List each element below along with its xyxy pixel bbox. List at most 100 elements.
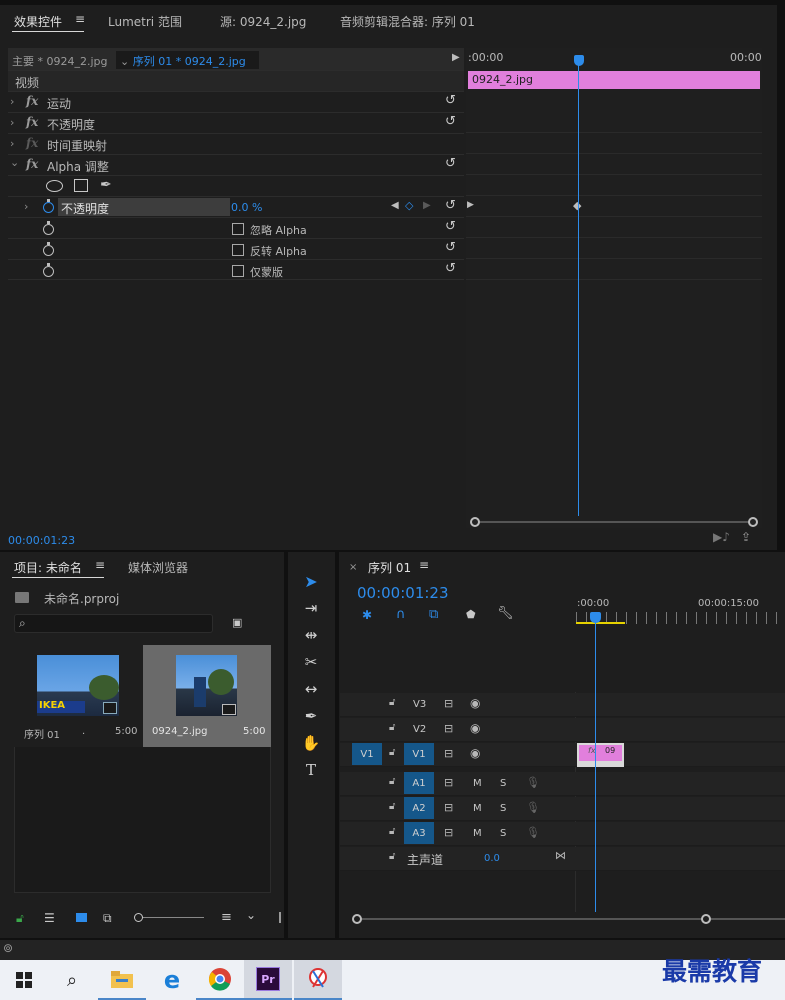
sync-lock-icon[interactable]: ⊟: [444, 801, 453, 814]
work-area-bar[interactable]: [576, 622, 625, 624]
lock-icon[interactable]: 🔓︎: [389, 747, 395, 758]
sync-lock-icon[interactable]: ⊟: [444, 747, 453, 760]
mic-icon[interactable]: 🎙︎: [526, 776, 540, 789]
add-keyframe-icon[interactable]: ◇: [405, 199, 413, 212]
tab-media-browser[interactable]: 媒体浏览器: [128, 559, 188, 576]
track-target-a2[interactable]: A2: [404, 797, 434, 819]
effects-timecode[interactable]: 00:00:01:23: [8, 534, 75, 547]
rectangle-mask-icon[interactable]: [74, 179, 88, 192]
lock-icon[interactable]: 🔓︎: [389, 697, 395, 708]
snap-icon[interactable]: ∩: [396, 607, 406, 622]
play-only-clip-icon[interactable]: ▶: [452, 52, 460, 63]
tab-lumetri-scopes[interactable]: Lumetri 范围: [108, 13, 182, 30]
track-row-a3[interactable]: 🔓︎ A3 ⊟ M S 🎙︎: [340, 822, 785, 846]
track-row-v2[interactable]: 🔓︎ V2 ⊟ ◉: [340, 718, 785, 742]
ignore-alpha-row[interactable]: 忽略 Alpha ↺: [8, 217, 464, 238]
eye-icon[interactable]: ◉: [470, 721, 480, 735]
panel-menu-icon[interactable]: ≡: [75, 12, 85, 26]
background-task-icon[interactable]: ⊚: [3, 941, 13, 955]
freeform-view-icon[interactable]: ⧉: [103, 911, 112, 926]
tab-effect-controls[interactable]: 效果控件: [14, 13, 62, 30]
slip-tool-icon[interactable]: ↔: [298, 677, 324, 701]
reset-icon[interactable]: ↺: [445, 157, 459, 171]
icon-view-icon[interactable]: [76, 913, 87, 922]
track-target-a1[interactable]: A1: [404, 772, 434, 794]
fx-icon[interactable]: fx: [26, 115, 38, 129]
invert-alpha-checkbox[interactable]: [232, 244, 244, 256]
file-explorer-icon[interactable]: [98, 960, 146, 1000]
list-view-icon[interactable]: ☰: [44, 911, 55, 925]
pen-mask-icon[interactable]: ✒: [100, 177, 112, 193]
lock-icon[interactable]: 🔓︎: [16, 911, 24, 926]
close-icon[interactable]: ×: [349, 562, 357, 573]
chevron-right-icon[interactable]: ›: [24, 200, 28, 213]
linked-selection-icon[interactable]: ⧉: [429, 607, 438, 622]
type-tool-icon[interactable]: T: [298, 758, 324, 782]
panel-menu-icon[interactable]: ≡: [419, 558, 429, 572]
hand-tool-icon[interactable]: ✋: [298, 731, 324, 755]
project-item-image[interactable]: 0924_2.jpg 5:00: [143, 645, 271, 747]
stopwatch-icon[interactable]: [43, 263, 54, 277]
mute-button[interactable]: M: [473, 778, 482, 789]
mute-button[interactable]: M: [473, 828, 482, 839]
search-input[interactable]: ⌕: [14, 614, 213, 633]
track-row-v1[interactable]: V1 🔓︎ V1 ⊟ ◉: [340, 743, 785, 767]
razor-tool-icon[interactable]: ✂: [298, 650, 324, 674]
effect-row-opacity[interactable]: › fx 不透明度 ↺: [8, 112, 464, 133]
reset-icon[interactable]: ↺: [445, 199, 459, 213]
lock-icon[interactable]: 🔓︎: [389, 801, 395, 812]
mask-only-checkbox[interactable]: [232, 265, 244, 277]
keyframe-marker-icon[interactable]: ▶: [467, 200, 474, 210]
track-row-a2[interactable]: 🔓︎ A2 ⊟ M S 🎙︎: [340, 797, 785, 821]
lock-icon[interactable]: 🔓︎: [389, 851, 395, 862]
project-item-sequence[interactable]: IKEA 序列 01 . 5:00: [14, 645, 143, 747]
tab-audio-clip-mixer[interactable]: 音频剪辑混合器: 序列 01: [340, 13, 475, 30]
scroll-handle-right[interactable]: [701, 914, 711, 924]
mini-playhead-handle[interactable]: [574, 55, 584, 66]
mini-clip[interactable]: 0924_2.jpg: [468, 71, 760, 89]
mic-icon[interactable]: 🎙︎: [526, 801, 540, 814]
timeline-timecode[interactable]: 00:00:01:23: [357, 584, 449, 602]
solo-button[interactable]: S: [500, 778, 506, 789]
reset-icon[interactable]: ↺: [445, 220, 459, 234]
nest-icon[interactable]: ✱: [362, 608, 372, 622]
go-to-end-icon[interactable]: ⋈: [555, 849, 566, 862]
reset-icon[interactable]: ↺: [445, 241, 459, 255]
panel-menu-icon[interactable]: ≡: [95, 558, 105, 572]
fx-icon[interactable]: fx: [26, 94, 38, 108]
ignore-alpha-checkbox[interactable]: [232, 223, 244, 235]
track-row-v3[interactable]: 🔓︎ V3 ⊟ ◉: [340, 693, 785, 717]
master-volume-value[interactable]: 0.0: [484, 853, 500, 864]
effect-row-motion[interactable]: › fx 运动 ↺: [8, 91, 464, 112]
track-target-v1[interactable]: V1: [404, 743, 434, 765]
stopwatch-icon[interactable]: [43, 199, 54, 213]
sequence-clip-dropdown[interactable]: ⌄ 序列 01 * 0924_2.jpg: [116, 51, 259, 69]
edge-icon[interactable]: e: [148, 960, 196, 1000]
new-bin-search-icon[interactable]: ▣: [232, 616, 242, 629]
ripple-edit-tool-icon[interactable]: ⇹: [298, 623, 324, 647]
scroll-handle-left[interactable]: [352, 914, 362, 924]
opacity-value[interactable]: 0.0 %: [231, 201, 262, 214]
add-marker-icon[interactable]: ⬟: [466, 608, 476, 621]
stopwatch-icon[interactable]: [43, 221, 54, 235]
ellipse-mask-icon[interactable]: [46, 180, 63, 192]
chevron-right-icon[interactable]: ›: [10, 116, 14, 129]
sync-lock-icon[interactable]: ⊟: [444, 722, 453, 735]
opacity-property-row[interactable]: › 不透明度 0.0 % ◀ ◇ ▶ ↺: [8, 196, 464, 217]
reset-icon[interactable]: ↺: [445, 94, 459, 108]
audio-playback-icon[interactable]: ▶♪: [713, 530, 730, 544]
mini-playhead[interactable]: [578, 56, 579, 516]
master-clip-label[interactable]: 主要 * 0924_2.jpg: [12, 53, 108, 69]
chevron-down-icon[interactable]: ⌄: [246, 908, 256, 922]
lock-icon[interactable]: 🔓︎: [389, 776, 395, 787]
tab-sequence[interactable]: 序列 01: [368, 559, 411, 576]
windows-start-icon[interactable]: [0, 960, 48, 1000]
stopwatch-icon[interactable]: [43, 242, 54, 256]
track-select-tool-icon[interactable]: ⇥: [298, 596, 324, 620]
timeline-playhead-handle[interactable]: [590, 612, 601, 623]
timeline-playhead[interactable]: [595, 614, 596, 912]
mask-only-row[interactable]: 仅蒙版 ↺: [8, 259, 464, 280]
chevron-right-icon[interactable]: ›: [10, 137, 14, 150]
scroll-handle-right[interactable]: [748, 517, 758, 527]
lock-icon[interactable]: 🔓︎: [389, 722, 395, 733]
